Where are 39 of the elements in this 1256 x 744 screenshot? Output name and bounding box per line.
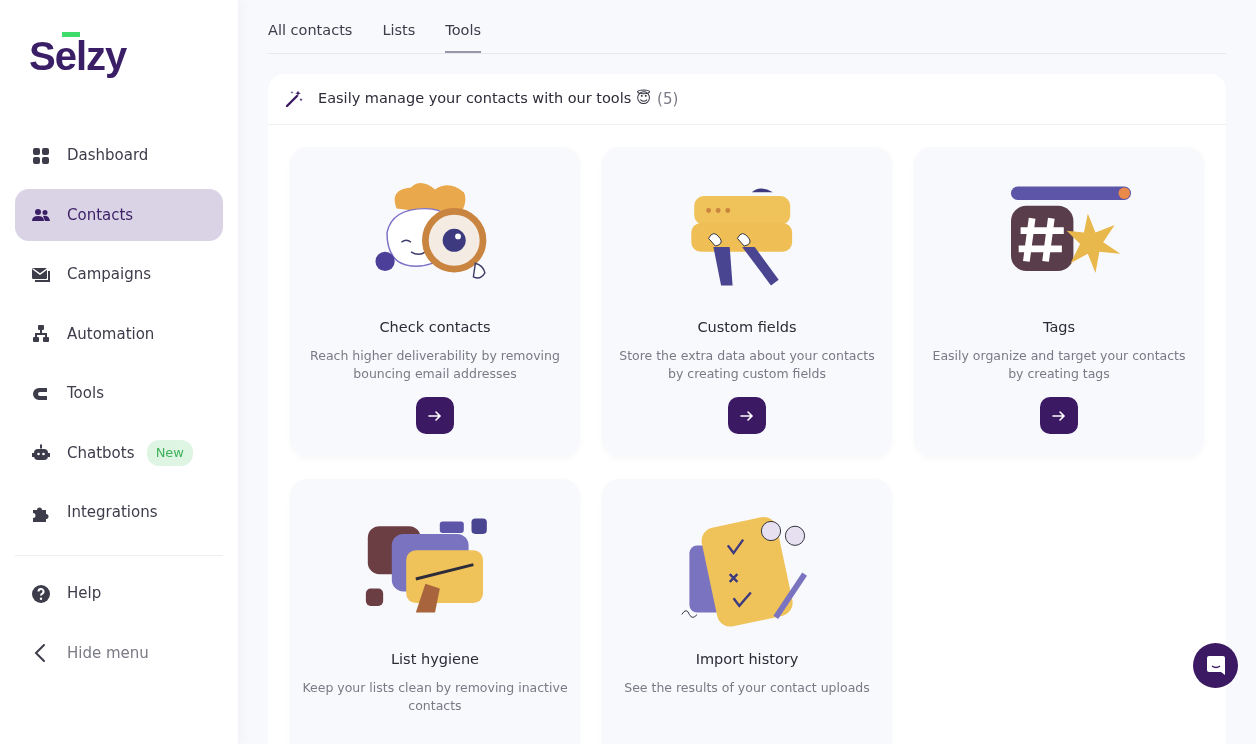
- nav-item[interactable]: Chatbots New: [15, 427, 223, 479]
- open-tool-button[interactable]: [728, 397, 766, 434]
- arrow-right-icon: [740, 409, 754, 422]
- tool-description: Keep your lists clean by removing inactive contacts: [301, 678, 569, 715]
- help-icon: [31, 583, 51, 604]
- nav-item[interactable]: Dashboard: [15, 129, 223, 182]
- tool-title: Import history: [695, 650, 799, 669]
- help-link[interactable]: Help: [15, 567, 223, 620]
- robot-icon: [31, 443, 51, 463]
- logo[interactable]: Selzy: [29, 34, 127, 78]
- tool-title: Tags: [1042, 318, 1076, 337]
- tool-title: Custom fields: [697, 318, 797, 337]
- arrow-right-icon: [1052, 409, 1066, 422]
- tool-title: List hygiene: [391, 650, 479, 669]
- tool-title: Check contacts: [379, 318, 491, 337]
- open-tool-button[interactable]: [1040, 397, 1078, 434]
- tools-count: (5): [657, 88, 679, 110]
- nav-item[interactable]: Tools: [15, 367, 223, 420]
- tool-description: Reach higher deliverability by removing bouncing email addresses: [309, 346, 561, 383]
- hide-menu-link[interactable]: Hide menu: [15, 627, 223, 679]
- tab[interactable]: All contacts: [268, 20, 353, 53]
- tab[interactable]: Tools: [445, 20, 482, 53]
- nav-item[interactable]: Automation: [15, 308, 223, 360]
- arrow-right-icon: [428, 409, 442, 422]
- magic-wand-icon: [284, 89, 304, 109]
- open-tool-button[interactable]: [416, 397, 454, 434]
- tool-description: Store the extra data about your contacts by creating custom fields: [618, 346, 876, 383]
- new-badge: New: [146, 440, 193, 466]
- nav-item[interactable]: Integrations: [15, 486, 223, 539]
- tool-description: See the results of your contact uploads: [623, 678, 871, 697]
- hierarchy-icon: [31, 324, 51, 344]
- tab[interactable]: Lists: [382, 20, 416, 53]
- tool-description: Easily organize and target your contacts by creating tags: [931, 346, 1187, 383]
- grid-icon: [31, 145, 51, 166]
- chat-icon: [1205, 655, 1226, 676]
- logo-accent-mark: [62, 32, 80, 37]
- nav-item[interactable]: Campaigns: [15, 248, 223, 301]
- panel-title: Easily manage your contacts with our tools 😇: [318, 88, 652, 109]
- nav-item[interactable]: Contacts: [15, 189, 223, 241]
